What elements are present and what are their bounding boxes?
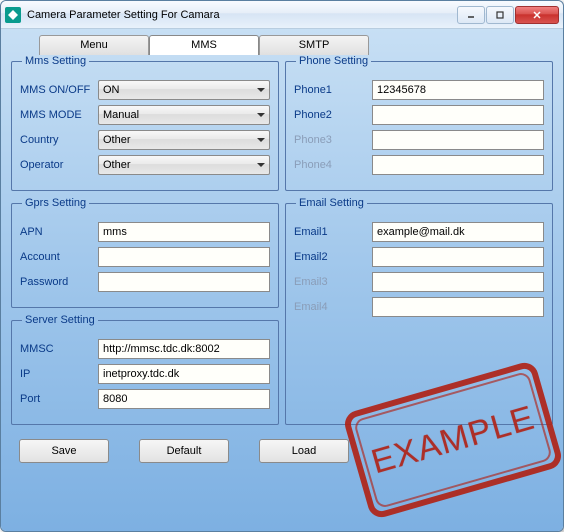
mms-setting-legend: Mms Setting xyxy=(22,55,89,67)
port-input[interactable]: 8080 xyxy=(98,389,270,409)
account-input[interactable] xyxy=(98,247,270,267)
apn-input[interactable]: mms xyxy=(98,222,270,242)
operator-label: Operator xyxy=(20,159,98,171)
email3-input[interactable] xyxy=(372,272,544,292)
email2-input[interactable] xyxy=(372,247,544,267)
right-column: Phone Setting Phone1 12345678 Phone2 Pho… xyxy=(285,55,553,425)
phone3-input[interactable] xyxy=(372,130,544,150)
phone1-label: Phone1 xyxy=(294,84,372,96)
mms-mode-label: MMS MODE xyxy=(20,109,98,121)
close-button[interactable] xyxy=(515,6,559,24)
phone1-input[interactable]: 12345678 xyxy=(372,80,544,100)
titlebar: Camera Parameter Setting For Camara xyxy=(1,1,563,29)
gprs-setting-legend: Gprs Setting xyxy=(22,197,89,209)
mms-onoff-dropdown[interactable]: ON xyxy=(98,80,270,100)
email4-label: Email4 xyxy=(294,301,372,313)
email4-input[interactable] xyxy=(372,297,544,317)
tab-menu[interactable]: Menu xyxy=(39,35,149,55)
minimize-button[interactable] xyxy=(457,6,485,24)
email2-label: Email2 xyxy=(294,251,372,263)
ip-input[interactable]: inetproxy.tdc.dk xyxy=(98,364,270,384)
phone4-label: Phone4 xyxy=(294,159,372,171)
password-label: Password xyxy=(20,276,98,288)
mms-onoff-label: MMS ON/OFF xyxy=(20,84,98,96)
phone-setting-group: Phone Setting Phone1 12345678 Phone2 Pho… xyxy=(285,55,553,191)
app-icon xyxy=(5,7,21,23)
account-label: Account xyxy=(20,251,98,263)
email-setting-legend: Email Setting xyxy=(296,197,367,209)
chevron-down-icon xyxy=(257,163,265,167)
tab-mms[interactable]: MMS xyxy=(149,35,259,55)
tab-strip: Menu MMS SMTP xyxy=(39,35,553,55)
app-window: Camera Parameter Setting For Camara Menu… xyxy=(0,0,564,532)
ip-label: IP xyxy=(20,368,98,380)
phone2-input[interactable] xyxy=(372,105,544,125)
chevron-down-icon xyxy=(257,88,265,92)
apn-label: APN xyxy=(20,226,98,238)
server-setting-group: Server Setting MMSC http://mmsc.tdc.dk:8… xyxy=(11,314,279,425)
bottom-button-bar: Save Default Load xyxy=(19,439,553,463)
window-controls xyxy=(457,6,559,24)
email1-input[interactable]: example@mail.dk xyxy=(372,222,544,242)
country-dropdown[interactable]: Other xyxy=(98,130,270,150)
port-label: Port xyxy=(20,393,98,405)
default-button[interactable]: Default xyxy=(139,439,229,463)
password-input[interactable] xyxy=(98,272,270,292)
phone2-label: Phone2 xyxy=(294,109,372,121)
mms-setting-group: Mms Setting MMS ON/OFF ON MMS MODE Manu xyxy=(11,55,279,191)
server-setting-legend: Server Setting xyxy=(22,314,98,326)
save-button[interactable]: Save xyxy=(19,439,109,463)
gprs-setting-group: Gprs Setting APN mms Account Password xyxy=(11,197,279,308)
client-area: Menu MMS SMTP Mms Setting MMS ON/OFF ON xyxy=(1,29,563,531)
chevron-down-icon xyxy=(257,138,265,142)
email1-label: Email1 xyxy=(294,226,372,238)
country-label: Country xyxy=(20,134,98,146)
mmsc-input[interactable]: http://mmsc.tdc.dk:8002 xyxy=(98,339,270,359)
phone-setting-legend: Phone Setting xyxy=(296,55,371,67)
maximize-button[interactable] xyxy=(486,6,514,24)
chevron-down-icon xyxy=(257,113,265,117)
mmsc-label: MMSC xyxy=(20,343,98,355)
window-title: Camera Parameter Setting For Camara xyxy=(27,9,457,21)
mms-mode-dropdown[interactable]: Manual xyxy=(98,105,270,125)
mms-onoff-value: ON xyxy=(103,84,120,96)
email3-label: Email3 xyxy=(294,276,372,288)
phone3-label: Phone3 xyxy=(294,134,372,146)
operator-value: Other xyxy=(103,159,131,171)
mms-mode-value: Manual xyxy=(103,109,139,121)
country-value: Other xyxy=(103,134,131,146)
phone4-input[interactable] xyxy=(372,155,544,175)
operator-dropdown[interactable]: Other xyxy=(98,155,270,175)
email-setting-group: Email Setting Email1 example@mail.dk Ema… xyxy=(285,197,553,425)
tab-smtp[interactable]: SMTP xyxy=(259,35,369,55)
load-button[interactable]: Load xyxy=(259,439,349,463)
left-column: Mms Setting MMS ON/OFF ON MMS MODE Manu xyxy=(11,55,279,425)
